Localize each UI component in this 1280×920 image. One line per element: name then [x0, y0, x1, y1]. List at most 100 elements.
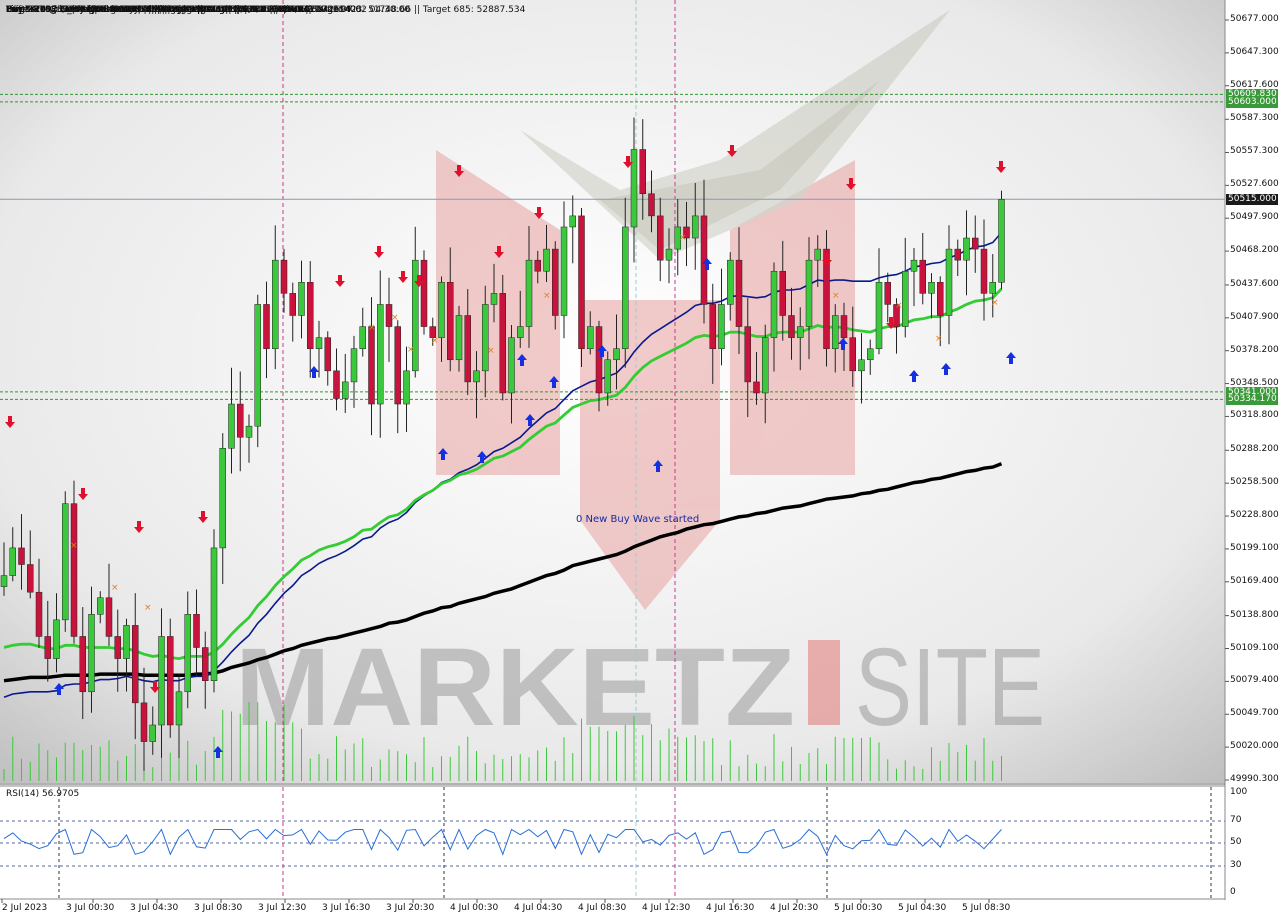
price-tag: 50515.000: [1226, 194, 1278, 206]
bear-candle: [919, 259, 926, 294]
bear-candle: [193, 614, 200, 648]
cross-marker-icon: ×: [431, 336, 439, 346]
bull-candle: [175, 691, 183, 726]
y-tick-label: 50109.100: [1230, 642, 1279, 653]
bear-candle: [648, 193, 655, 217]
bull-candle: [228, 403, 235, 449]
bull-candle: [718, 304, 725, 349]
bull-candle: [184, 614, 191, 693]
bull-candle: [569, 215, 576, 228]
bull-candle: [560, 226, 568, 316]
bear-candle: [202, 647, 209, 681]
bear-candle: [595, 326, 603, 394]
bear-candle: [167, 636, 174, 726]
bull-candle: [613, 348, 620, 361]
bear-candle: [263, 304, 270, 349]
bear-candle: [447, 282, 454, 361]
y-tick-label: 50288.200: [1230, 444, 1279, 455]
bull-candle: [805, 259, 813, 327]
bull-candle: [158, 636, 165, 726]
bear-candle: [657, 215, 664, 261]
bull-candle: [272, 259, 279, 349]
cross-marker-icon: ×: [935, 334, 943, 344]
y-tick-label: 50527.600: [1230, 179, 1279, 190]
bear-candle: [744, 326, 751, 383]
bear-candle: [937, 282, 944, 316]
cross-marker-icon: ×: [144, 603, 152, 613]
bear-candle: [420, 259, 428, 327]
bear-candle: [79, 636, 86, 693]
bear-candle: [980, 248, 988, 294]
bull-candle: [315, 337, 323, 349]
bull-candle: [770, 270, 778, 338]
y-tick-label: 49990.300: [1230, 774, 1279, 784]
bear-candle: [972, 237, 979, 250]
chart-area: MARKETZ SITE × × × × × × × × × × × × × × 0 New Buy Wa…: [0, 0, 1280, 920]
rsi-level-50: 50: [1230, 837, 1242, 847]
bear-candle: [534, 259, 541, 272]
bull-candle: [62, 503, 69, 621]
bull-candle: [989, 282, 996, 294]
bear-candle: [289, 293, 296, 316]
x-tick-label: 5 Jul 04:30: [898, 903, 947, 913]
x-tick-label: 4 Jul 20:30: [770, 903, 819, 913]
rsi-level-70: 70: [1230, 815, 1242, 825]
bull-candle: [53, 619, 60, 659]
y-tick-label: 50647.300: [1230, 46, 1279, 57]
rsi-level-30: 30: [1230, 860, 1242, 870]
bear-candle: [578, 215, 585, 349]
bear-candle: [324, 337, 331, 372]
bull-candle: [692, 215, 699, 239]
x-tick-label: 3 Jul 00:30: [66, 903, 115, 913]
bull-candle: [149, 724, 156, 742]
bull-candle: [604, 359, 611, 394]
bull-candle: [945, 248, 953, 316]
cross-marker-icon: ×: [895, 301, 903, 311]
y-tick-label: 50138.800: [1230, 609, 1279, 620]
bull-candle: [902, 270, 909, 327]
bear-candle: [779, 270, 786, 316]
bull-candle: [928, 282, 935, 294]
bull-candle: [9, 547, 16, 576]
price-tag: 50334.170: [1226, 394, 1278, 406]
bear-candle: [394, 326, 401, 405]
bull-candle: [587, 326, 594, 349]
x-tick-label: 3 Jul 04:30: [130, 903, 179, 913]
bull-candle: [377, 304, 384, 405]
bull-candle: [123, 625, 130, 659]
bull-candle: [630, 149, 638, 228]
bull-candle: [438, 282, 445, 338]
y-tick-label: 50617.600: [1230, 79, 1279, 90]
bull-candle: [525, 259, 533, 327]
bear-candle: [499, 293, 506, 394]
cross-marker-icon: ×: [991, 298, 999, 308]
svg-text:SITE: SITE: [855, 626, 1045, 749]
bear-candle: [735, 259, 743, 327]
x-tick-label: 4 Jul 04:30: [514, 903, 563, 913]
bull-candle: [910, 259, 918, 272]
bull-candle: [875, 282, 883, 349]
x-tick-label: 2 Jul 2023: [2, 903, 48, 913]
cross-marker-icon: ×: [832, 291, 840, 301]
bear-candle: [884, 282, 891, 305]
bull-candle: [342, 381, 349, 399]
bear-candle: [954, 248, 961, 261]
watermark-text: MARKETZ SITE: [235, 626, 1045, 749]
y-tick-label: 50677.000: [1230, 14, 1279, 24]
bull-candle: [762, 337, 769, 394]
bull-candle: [727, 259, 734, 305]
cross-marker-icon: ×: [391, 313, 399, 323]
x-tick-label: 3 Jul 20:30: [386, 903, 435, 913]
y-tick-label: 50020.000: [1230, 741, 1279, 752]
bull-candle: [858, 359, 865, 372]
bear-candle: [27, 564, 34, 593]
bear-candle: [114, 636, 121, 659]
y-tick-label: 50497.900: [1230, 212, 1279, 223]
rsi-level-0: 0: [1230, 887, 1236, 897]
y-tick-label: 50468.200: [1230, 245, 1279, 256]
bear-candle: [44, 636, 51, 659]
bull-candle: [473, 370, 480, 383]
bull-candle: [403, 370, 410, 405]
bear-candle: [368, 326, 375, 405]
bull-candle: [298, 282, 305, 316]
